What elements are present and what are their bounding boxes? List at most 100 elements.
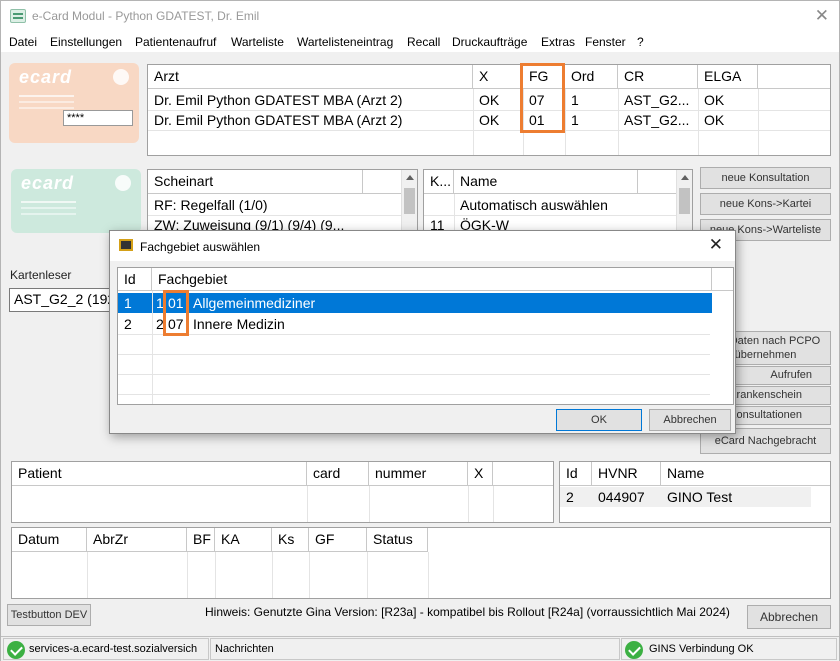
grid-line <box>468 486 469 522</box>
arzt-row2-cr[interactable]: AST_G2... <box>618 110 698 130</box>
dialog-cancel-button[interactable]: Abbrechen <box>649 409 731 431</box>
col-header-name[interactable]: Name <box>661 462 830 486</box>
scheinart-scrollbar[interactable] <box>401 170 417 230</box>
arzt-row1-x[interactable]: OK <box>473 90 523 110</box>
kasse-row2-k[interactable]: 11 <box>424 215 454 230</box>
arzt-row2-ord[interactable]: 1 <box>565 110 618 130</box>
col-header-datum[interactable]: Datum <box>12 528 87 552</box>
fachgebiet-row1-code[interactable]: 01 <box>166 293 190 313</box>
col-header-cr[interactable]: CR <box>618 65 698 89</box>
grid-line <box>369 486 370 522</box>
scroll-up-icon[interactable] <box>406 175 414 180</box>
pin-field[interactable]: **** <box>63 110 133 126</box>
menu-fenster[interactable]: Fenster <box>585 35 626 49</box>
col-header-status[interactable]: Status <box>367 528 428 552</box>
arzt-table: Arzt X FG Ord CR ELGA Dr. Emil Python GD… <box>147 64 831 156</box>
menu-wartelisteneintrag[interactable]: Wartelisteneintrag <box>297 35 393 49</box>
col-header-x[interactable]: X <box>473 65 523 89</box>
arzt-row1-fg[interactable]: 07 <box>523 90 565 110</box>
col-header-patient[interactable]: Patient <box>12 462 307 486</box>
hvnr-table: Id HVNR Name 2 044907 GINO Test <box>559 461 831 523</box>
menu-recall[interactable]: Recall <box>407 35 440 49</box>
arzt-row2-fg[interactable]: 01 <box>523 110 565 130</box>
testbutton-dev[interactable]: Testbutton DEV <box>7 604 91 626</box>
neue-kons-kartei-button[interactable]: neue Kons->Kartei <box>700 193 831 215</box>
grid-line <box>618 89 619 155</box>
menu-warteliste[interactable]: Warteliste <box>231 35 284 49</box>
kasse-row1-k[interactable] <box>424 195 454 215</box>
grid-line <box>307 486 308 522</box>
grid-line <box>148 215 401 216</box>
dialog-ok-button[interactable]: OK <box>556 409 642 431</box>
grid-line <box>424 215 676 216</box>
grid-line <box>118 354 710 355</box>
arzt-row2-name[interactable]: Dr. Emil Python GDATEST MBA (Arzt 2) <box>148 110 473 130</box>
col-header-fg[interactable]: FG <box>523 65 565 89</box>
arzt-row1-cr[interactable]: AST_G2... <box>618 90 698 110</box>
col-header-x[interactable]: X <box>468 462 493 486</box>
col-header-name[interactable]: Name <box>454 170 638 194</box>
arzt-row1-ord[interactable]: 1 <box>565 90 618 110</box>
arzt-row1-name[interactable]: Dr. Emil Python GDATEST MBA (Arzt 2) <box>148 90 473 110</box>
fachgebiet-row1-id[interactable]: 1 <box>118 293 152 313</box>
col-header-hvnr[interactable]: HVNR <box>592 462 661 486</box>
menu-help[interactable]: ? <box>637 35 644 49</box>
kasse-scrollbar[interactable] <box>676 170 692 230</box>
fachgebiet-row1-num[interactable]: 1 <box>152 293 166 313</box>
ecard-logo: ecard <box>19 67 73 87</box>
col-header-elga[interactable]: ELGA <box>698 65 758 89</box>
check-ok-icon <box>7 641 25 659</box>
grid-line <box>152 291 153 404</box>
col-header-gf[interactable]: GF <box>309 528 367 552</box>
col-header-k[interactable]: K... <box>424 170 454 194</box>
col-header-ka[interactable]: KA <box>215 528 272 552</box>
fachgebiet-row1-name[interactable]: Allgemeinmediziner <box>190 293 490 313</box>
grid-line <box>215 552 216 598</box>
kasse-row1-name[interactable]: Automatisch auswählen <box>454 195 654 215</box>
col-header-ks[interactable]: Ks <box>272 528 309 552</box>
scheinart-row1[interactable]: RF: Regelfall (1/0) <box>148 195 403 215</box>
col-header-fachgebiet[interactable]: Fachgebiet <box>152 268 712 291</box>
arzt-row1-elga[interactable]: OK <box>698 90 758 110</box>
fachgebiet-row2-name[interactable]: Innere Medizin <box>190 314 490 334</box>
col-header-id[interactable]: Id <box>560 462 592 486</box>
scheinart-row2[interactable]: ZW: Zuweisung (9/1) (9/4) (9... <box>148 215 403 230</box>
window-close-icon[interactable]: ✕ <box>815 6 829 26</box>
col-header-card[interactable]: card <box>307 462 369 486</box>
scroll-thumb[interactable] <box>404 188 415 214</box>
grid-line <box>118 374 710 375</box>
abbrechen-button[interactable]: Abbrechen <box>747 605 831 629</box>
fachgebiet-row2-id[interactable]: 2 <box>118 314 152 334</box>
menu-bar: Datei Einstellungen Patientenaufruf Wart… <box>1 32 839 52</box>
menu-extras[interactable]: Extras <box>541 35 575 49</box>
fachgebiet-row2-code[interactable]: 07 <box>166 314 190 334</box>
service-status: services-a.ecard-test.sozialversich <box>3 638 209 660</box>
scroll-thumb[interactable] <box>679 188 690 214</box>
menu-datei[interactable]: Datei <box>9 35 37 49</box>
scroll-up-icon[interactable] <box>681 175 689 180</box>
neue-konsultation-button[interactable]: neue Konsultation <box>700 167 831 189</box>
col-header-scheinart[interactable]: Scheinart <box>148 170 363 194</box>
grid-line <box>187 552 188 598</box>
col-header-abrzr[interactable]: AbrZr <box>87 528 187 552</box>
col-header-bf[interactable]: BF <box>187 528 215 552</box>
menu-druckauftraege[interactable]: Druckaufträge <box>452 35 527 49</box>
arzt-row2-x[interactable]: OK <box>473 110 523 130</box>
grid-line <box>118 394 710 395</box>
col-header-ord[interactable]: Ord <box>565 65 618 89</box>
col-header-arzt[interactable]: Arzt <box>148 65 473 89</box>
col-header-nummer[interactable]: nummer <box>369 462 468 486</box>
hvnr-row1-hvnr[interactable]: 044907 <box>592 487 661 507</box>
menu-patientenaufruf[interactable]: Patientenaufruf <box>135 35 216 49</box>
menu-einstellungen[interactable]: Einstellungen <box>50 35 122 49</box>
col-header-id[interactable]: Id <box>118 268 152 291</box>
arzt-row2-elga[interactable]: OK <box>698 110 758 130</box>
hvnr-row1-id[interactable]: 2 <box>560 487 592 507</box>
grid-line <box>523 89 524 155</box>
dialog-close-icon[interactable]: ✕ <box>709 235 723 255</box>
fachgebiet-row2-num[interactable]: 2 <box>152 314 166 334</box>
kasse-row2-name[interactable]: ÖGK-W <box>454 215 654 230</box>
kasse-table: K... Name Automatisch auswählen 11 ÖGK-W <box>423 169 693 231</box>
kartenleser-select[interactable]: AST_G2_2 (192 <box>9 288 113 312</box>
hvnr-row1-name[interactable]: GINO Test <box>661 487 811 507</box>
